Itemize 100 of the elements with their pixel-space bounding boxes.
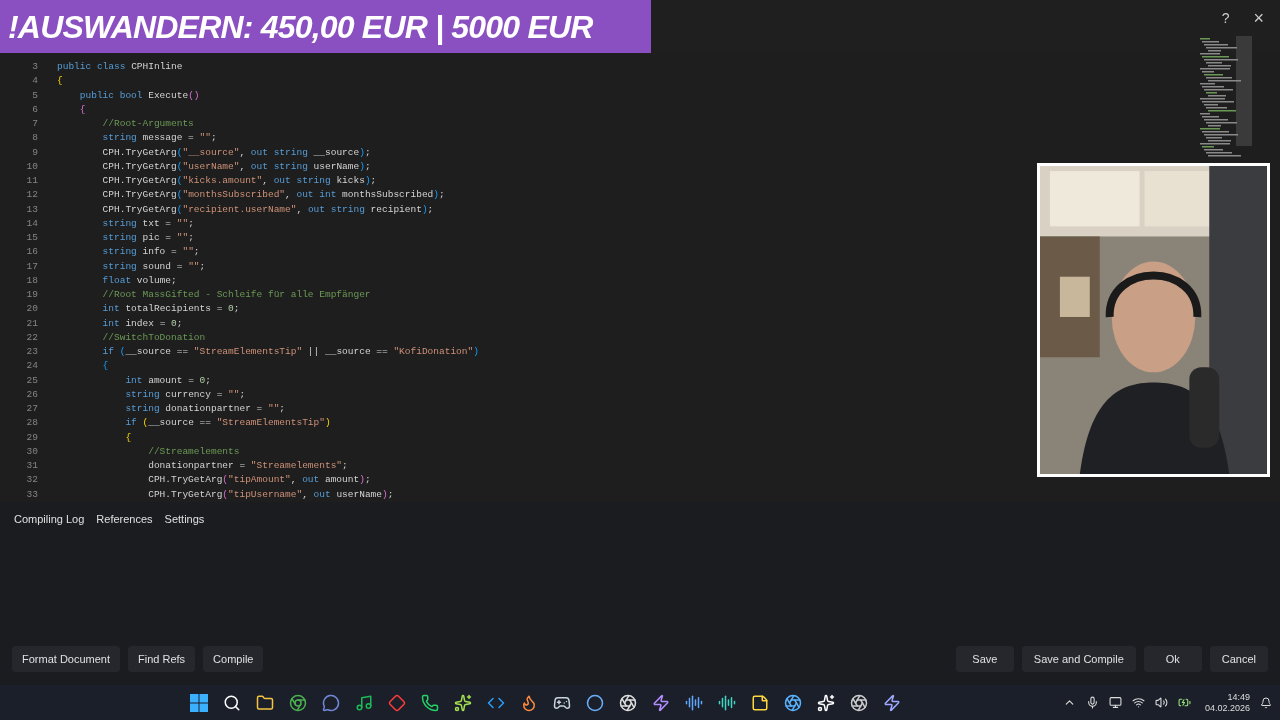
audio-icon[interactable] xyxy=(717,693,736,712)
line-number: 26 xyxy=(25,387,38,402)
code-line: CPH.TryGetArg("kicks.amount", out string kicks); xyxy=(101,174,377,188)
line-number: 31 xyxy=(25,459,38,473)
close-button[interactable]: × xyxy=(1253,8,1264,28)
code-line: CPH.TryGetArg("tipUsername", out userName); xyxy=(147,487,394,502)
search-icon[interactable] xyxy=(222,693,241,712)
code-line: { xyxy=(124,430,132,445)
code-line: //Root-Arguments xyxy=(101,117,194,131)
code-line: //Streamelements xyxy=(147,444,240,459)
microphone-icon[interactable] xyxy=(1085,696,1099,709)
code-line: float volume; xyxy=(101,273,177,288)
code-line: //Root MassGifted - Schleife für alle Empfänger xyxy=(101,288,371,302)
clock-date[interactable]: 04.02.2026 xyxy=(1204,702,1250,714)
line-number: 28 xyxy=(25,416,38,431)
battery-icon[interactable] xyxy=(1177,696,1191,709)
code-line: int index = 0; xyxy=(101,316,183,331)
code-line: string sound = ""; xyxy=(101,259,206,274)
line-number: 8 xyxy=(31,131,38,146)
code-line: string message = ""; xyxy=(101,131,217,146)
line-number: 21 xyxy=(25,316,38,331)
code-line: string currency = ""; xyxy=(124,387,246,402)
action-button[interactable]: Find Refs xyxy=(128,646,196,672)
monitor-icon[interactable] xyxy=(1108,696,1122,709)
action-button[interactable]: Format Document xyxy=(12,646,121,672)
line-number: 13 xyxy=(25,202,38,217)
code-line: string info = ""; xyxy=(101,245,200,260)
code-line: if (__source == "StreamElementsTip") xyxy=(124,416,331,431)
line-number: 14 xyxy=(25,216,38,231)
line-number: 18 xyxy=(25,273,38,288)
zap-icon[interactable] xyxy=(651,693,670,712)
folder-icon[interactable] xyxy=(255,693,274,712)
line-number: 24 xyxy=(25,359,38,374)
line-number: 7 xyxy=(31,117,38,131)
music-icon[interactable] xyxy=(354,693,373,712)
panel-tab[interactable]: References xyxy=(96,511,153,528)
code-line: if (__source == "StreamElementsTip" || __source == "KofiDonation") xyxy=(101,345,479,359)
aperture-icon[interactable] xyxy=(849,693,868,712)
circle-icon[interactable] xyxy=(585,693,604,712)
code-line: string donationpartner = ""; xyxy=(124,402,286,416)
bell-icon[interactable] xyxy=(1260,696,1272,709)
code-line: int amount = 0; xyxy=(124,373,211,388)
line-number: 17 xyxy=(25,259,38,274)
code-line: //SwitchToDonation xyxy=(101,330,206,345)
code-line: CPH.TryGetArg("monthsSubscribed", out int monthsSubscribed); xyxy=(101,188,445,203)
note-icon[interactable] xyxy=(750,693,769,712)
code-line: CPH.TryGetArg("tipAmount", out amount); xyxy=(147,473,371,488)
dialog-button[interactable]: Cancel xyxy=(1209,646,1268,672)
code-line: int totalRecipients = 0; xyxy=(101,302,240,317)
line-number: 3 xyxy=(31,60,38,74)
sparkle-icon[interactable] xyxy=(816,693,835,712)
clock-time[interactable]: 14:49 xyxy=(1227,691,1250,703)
wifi-icon[interactable] xyxy=(1131,696,1145,709)
line-number: 30 xyxy=(25,444,38,459)
line-number: 11 xyxy=(25,174,38,188)
chat-icon[interactable] xyxy=(321,693,340,712)
line-number: 15 xyxy=(25,231,38,245)
zap-icon[interactable] xyxy=(882,693,901,712)
line-number: 22 xyxy=(25,330,38,345)
help-button[interactable]: ? xyxy=(1221,8,1230,28)
line-number: 12 xyxy=(25,188,38,203)
aperture-icon[interactable] xyxy=(618,693,637,712)
code-line: string pic = ""; xyxy=(101,231,194,245)
line-number: 10 xyxy=(25,159,38,174)
code-line: public bool Execute() xyxy=(78,88,200,103)
phone-icon[interactable] xyxy=(420,693,439,712)
windows-logo-icon[interactable] xyxy=(189,693,208,712)
code-line: { xyxy=(78,102,86,117)
code-line: CPH.TryGetArg("__source", out string __source); xyxy=(101,145,371,160)
line-number: 33 xyxy=(25,487,38,502)
code-line: CPH.TryGetArg("userName", out string userName); xyxy=(101,159,371,174)
speaker-icon[interactable] xyxy=(1154,696,1168,709)
code-line: CPH.TryGetArg("recipient.userName", out string recipient); xyxy=(101,202,434,217)
dialog-button[interactable]: Save and Compile xyxy=(1021,646,1136,672)
line-number: 25 xyxy=(25,373,38,388)
line-number: 16 xyxy=(25,245,38,260)
line-number: 5 xyxy=(31,88,38,103)
line-number: 9 xyxy=(31,145,38,160)
line-number: 29 xyxy=(25,430,38,445)
code-line: public class CPHInline xyxy=(57,60,183,74)
diamond-icon[interactable] xyxy=(387,693,406,712)
code-line: donationpartner = "Streamelements"; xyxy=(147,459,348,473)
line-number: 32 xyxy=(25,473,38,488)
audio-icon[interactable] xyxy=(684,693,703,712)
line-number: 20 xyxy=(25,302,38,317)
donation-banner: !AUSWANDERN: 450,00 EUR | 5000 EUR xyxy=(0,0,651,53)
line-number: 6 xyxy=(31,102,38,117)
dialog-button[interactable]: Ok xyxy=(1143,646,1202,672)
code-line: string txt = ""; xyxy=(101,216,194,231)
dialog-button[interactable]: Save xyxy=(955,646,1014,672)
panel-tab[interactable]: Settings xyxy=(164,511,205,528)
line-number: 23 xyxy=(25,345,38,359)
aperture-icon[interactable] xyxy=(783,693,802,712)
line-number: 19 xyxy=(25,288,38,302)
browser-icon[interactable] xyxy=(288,693,307,712)
line-number: 4 xyxy=(31,74,38,89)
action-button[interactable]: Compile xyxy=(203,646,264,672)
panel-tab[interactable]: Compiling Log xyxy=(14,511,85,528)
code-line: { xyxy=(101,359,109,374)
code-line: { xyxy=(57,74,63,89)
